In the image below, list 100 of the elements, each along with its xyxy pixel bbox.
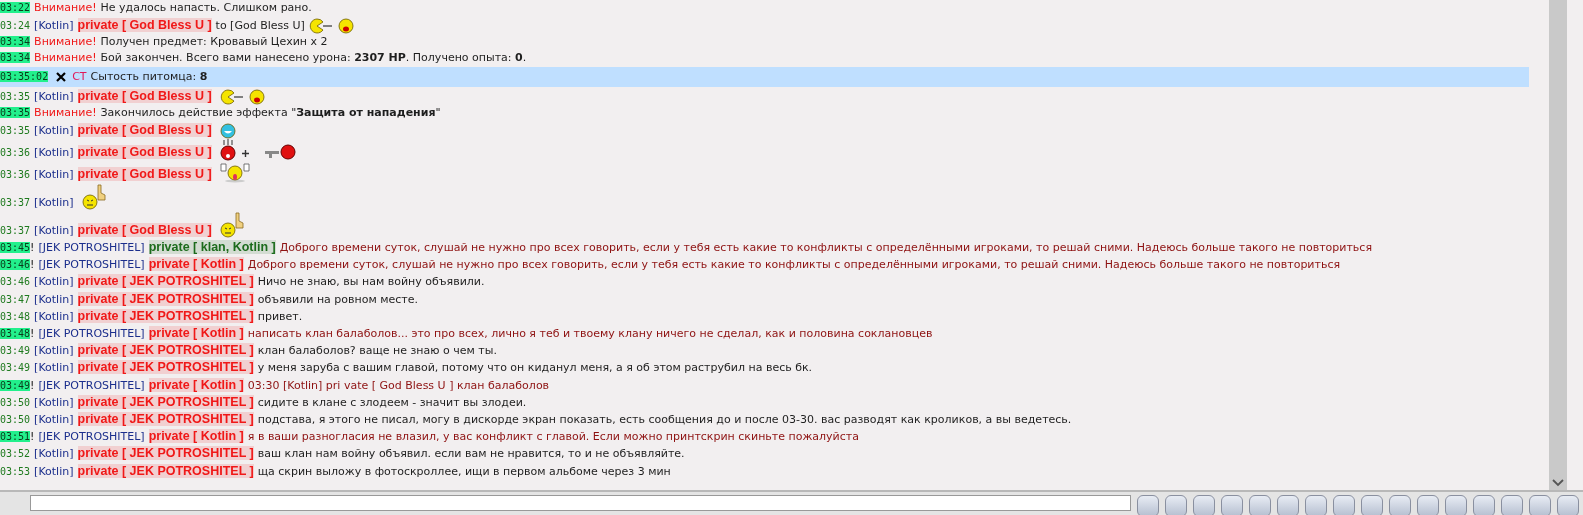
private-tag[interactable]: private [ klan, Kotlin ] [148,240,276,254]
message-time: 03:24 [0,20,31,31]
sender-name[interactable]: [Kotlin] [34,464,74,478]
sender-name[interactable]: [JEK POTROSHITEL] [38,378,145,392]
toolbar-button[interactable] [1473,495,1495,515]
message-time: 03:35 [0,124,31,136]
system-message: Закончилось действие эффекта "Защита от нападения" [100,105,441,119]
sender-name[interactable]: [Kotlin] [34,447,74,461]
alert-mark: ! [30,327,35,341]
sender-name[interactable]: [Kotlin] [34,344,74,358]
message-time: 03:47 [0,293,31,305]
plus-icon [241,150,249,157]
chat-message: ваш клан нам войну объявил. если вам не нравится, то и не объявляйте. [257,447,685,461]
toolbar-button[interactable] [1137,495,1159,515]
message-time: 03:34 [0,52,31,64]
toolbar-button[interactable] [1165,495,1187,515]
crying-face-icon [247,86,266,105]
system-message: Бой закончен. Всего вами нанесено урона: 2307 HP. Получено опыта: 0. [100,51,527,65]
alert-mark: ! [30,378,35,392]
toolbar-button[interactable] [1221,495,1243,515]
chat-message: у меня заруба с вашим главой, потому что он киданул меня, а я об этом раструбил на весь бк. [257,361,813,375]
chat-message: написать клан балаболов... это про всех, лично я теб и твоему клану ничего не сделал, как и половина соклановцев [247,327,933,341]
chat-message: подстава, я этого не писал, могу в дискорде экран показать, есть сообщения до и после 03-30. вас разводят как кроликов, а вы ведетесь. [257,413,1072,427]
warning-label: Внимание! [34,35,97,49]
chevron-down-icon[interactable] [1552,479,1564,487]
face-with-gun-icon [262,143,299,161]
toolbar-button[interactable] [1529,495,1551,515]
message-time: 03:37 [0,196,31,208]
sender-name[interactable]: [Kotlin] [34,413,74,427]
sender-name[interactable]: [Kotlin] [34,395,74,409]
channel-label: CT [72,69,87,83]
alert-mark: ! [30,430,35,444]
system-message: Не удалось напасть. Слишком рано. [100,1,312,14]
message-time: 03:35 [0,106,31,118]
sender-name[interactable]: [JEK POTROSHITEL] [38,241,145,254]
message-time: 03:49 [0,345,31,357]
pacman-face-icon [218,86,245,105]
message-time: 03:50 [0,396,31,408]
sender-name[interactable]: [Kotlin] [34,195,74,209]
message-time: 03:35 [0,90,31,102]
chat-message: объявили на ровном месте. [257,292,419,306]
scrollbar[interactable] [1549,0,1567,490]
message-time: 03:53 [0,465,31,477]
sender-name[interactable]: [Kotlin] [34,123,74,137]
message-input[interactable] [30,495,1131,511]
message-time: 03:52 [0,448,31,460]
chat-message: сидите в клане с злодеем - значит вы злодеи. [257,395,527,409]
message-time: 03:49 [0,362,31,374]
toolbar-button[interactable] [1249,495,1271,515]
alert-mark: ! [30,241,35,254]
sender-name[interactable]: [Kotlin] [34,292,74,306]
chat-message: Доброго времени суток, слушай не нужно про всех говорить, если у тебя есть какие то конфликты с определёнными игроками, то решай сними. Надеюсь больше такого не повториться [247,258,1341,272]
chat-message: Доброго времени суток, слушай не нужно про всех говорить, если у тебя есть какие то конфликты с определёнными игроками, то решай сними. Надеюсь больше такого не повториться [279,241,1373,254]
system-message: Сытость питомца: 8 [90,69,208,83]
message-time: 03:48 [0,310,31,322]
alert-mark: ! [30,258,35,272]
pointing-face-icon [80,183,107,211]
tongue-face-icon [218,161,251,183]
chat-message: клан балаболов? ваще не знаю о чем ты. [257,344,497,358]
message-time: 03:34 [0,36,31,48]
sender-name[interactable]: [Kotlin] [34,223,74,237]
message-time: 03:36 [0,146,31,158]
message-time: 03:37 [0,224,31,236]
message-time: 03:35:02 [0,70,49,82]
toolbar-button[interactable] [1417,495,1439,515]
sender-name[interactable]: [JEK POTROSHITEL] [38,430,145,444]
toolbar-button[interactable] [1557,495,1579,515]
chat-message: ща скрин выложу в фотоскроллее, ищи в первом альбоме через 3 мин [257,464,671,478]
toolbar-button[interactable] [1193,495,1215,515]
sender-name[interactable]: [Kotlin] [34,89,74,103]
message-time: 03:46 [0,276,31,288]
toolbar-button[interactable] [1333,495,1355,515]
message-time: 03:22 [0,2,31,13]
sender-name[interactable]: [Kotlin] [34,19,74,32]
message-time: 03:36 [0,168,31,180]
toolbar-button[interactable] [1277,495,1299,515]
sender-name[interactable]: [Kotlin] [34,361,74,375]
toolbar-button[interactable] [1445,495,1467,515]
sender-name[interactable]: [Kotlin] [34,145,74,159]
pointing-face-icon [218,211,245,239]
chat-message: 03:30 [Kotlin] pri vate [ God Bless U ] клан балаболов [247,378,550,392]
toolbar-button[interactable] [1361,495,1383,515]
toolbar-button[interactable] [1305,495,1327,515]
toolbar-button[interactable] [1389,495,1411,515]
sender-name[interactable]: [Kotlin] [34,275,74,289]
close-icon[interactable] [56,71,67,82]
sender-name[interactable]: [Kotlin] [34,309,74,323]
crying-face-icon [336,16,355,35]
warning-label: Внимание! [34,51,97,65]
chat-message: Ничо не знаю, вы нам войну объявили. [257,275,485,289]
chat-message: to [God Bless U] [215,19,305,32]
sender-name[interactable]: [JEK POTROSHITEL] [38,327,145,341]
sender-name[interactable]: [JEK POTROSHITEL] [38,258,145,272]
pacman-face-icon [307,16,334,35]
sender-name[interactable]: [Kotlin] [34,167,74,181]
warning-label: Внимание! [34,1,97,14]
warning-label: Внимание! [34,105,97,119]
laughing-face-icon [218,121,237,139]
scared-face-icon [218,139,237,161]
toolbar-button[interactable] [1501,495,1523,515]
